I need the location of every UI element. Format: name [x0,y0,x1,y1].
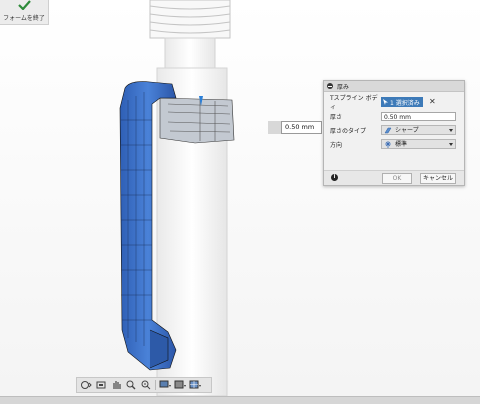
collapse-icon[interactable] [327,83,333,89]
pan-icon[interactable] [110,380,122,390]
thicken-dialog: 厚み Tスプライン ボディ 1 選択済み ✕ 厚さ 0.50 mm 厚さのタイプ… [323,80,465,186]
canvas-viewport[interactable] [0,0,480,396]
cursor-icon [383,99,388,105]
threaded-cap [149,0,231,39]
visual-style-icon[interactable] [174,380,186,390]
divider [155,380,156,390]
thickness-label: 厚さ [330,113,343,121]
finish-form-label: フォームを終了 [3,15,45,22]
zoom-icon[interactable] [125,380,137,390]
cancel-button[interactable]: キャンセル [420,173,456,184]
body-select-button[interactable]: 1 選択済み [381,97,423,107]
handle-top [159,97,235,144]
value-input-handle[interactable] [268,121,281,134]
orbit-icon[interactable] [80,380,92,390]
info-icon[interactable]: i [331,174,338,181]
chevron-down-icon [449,143,453,146]
navigation-bar [76,377,212,393]
display-settings-icon[interactable] [159,380,171,390]
dialog-title: 厚み [337,83,350,91]
clear-selection-icon[interactable]: ✕ [429,97,437,107]
type-label: 厚さのタイプ [330,127,367,135]
dialog-footer: i OK キャンセル [324,170,464,185]
thickness-row: 厚さ [330,111,382,121]
body-label: Tスプライン ボディ [330,95,378,111]
neck [164,37,216,69]
fit-icon[interactable] [140,380,152,390]
ok-button[interactable]: OK [382,173,412,184]
body-selection-text: 1 選択済み [390,99,420,107]
look-at-icon[interactable] [95,380,107,390]
finish-form-button[interactable]: フォームを終了 [0,0,49,25]
direction-icon [385,141,391,148]
direction-label: 方向 [330,141,343,149]
direction-row: 方向 [330,139,382,149]
direction-dropdown[interactable]: 標準 [381,139,456,149]
type-dropdown[interactable]: シャープ [381,125,456,135]
chevron-down-icon [449,129,453,132]
body-row: Tスプライン ボディ [330,95,382,111]
sharp-icon [384,127,392,134]
type-row: 厚さのタイプ [330,125,382,135]
thickness-field[interactable]: 0.50 mm [381,112,456,121]
thickness-floating-input[interactable]: 0.50 mm [281,121,322,134]
grid-icon[interactable] [189,380,201,390]
dialog-titlebar[interactable]: 厚み [324,81,464,92]
check-icon [18,0,31,10]
direction-value: 標準 [395,141,408,148]
type-value: シャープ [395,127,419,134]
3d-model[interactable] [0,0,480,396]
